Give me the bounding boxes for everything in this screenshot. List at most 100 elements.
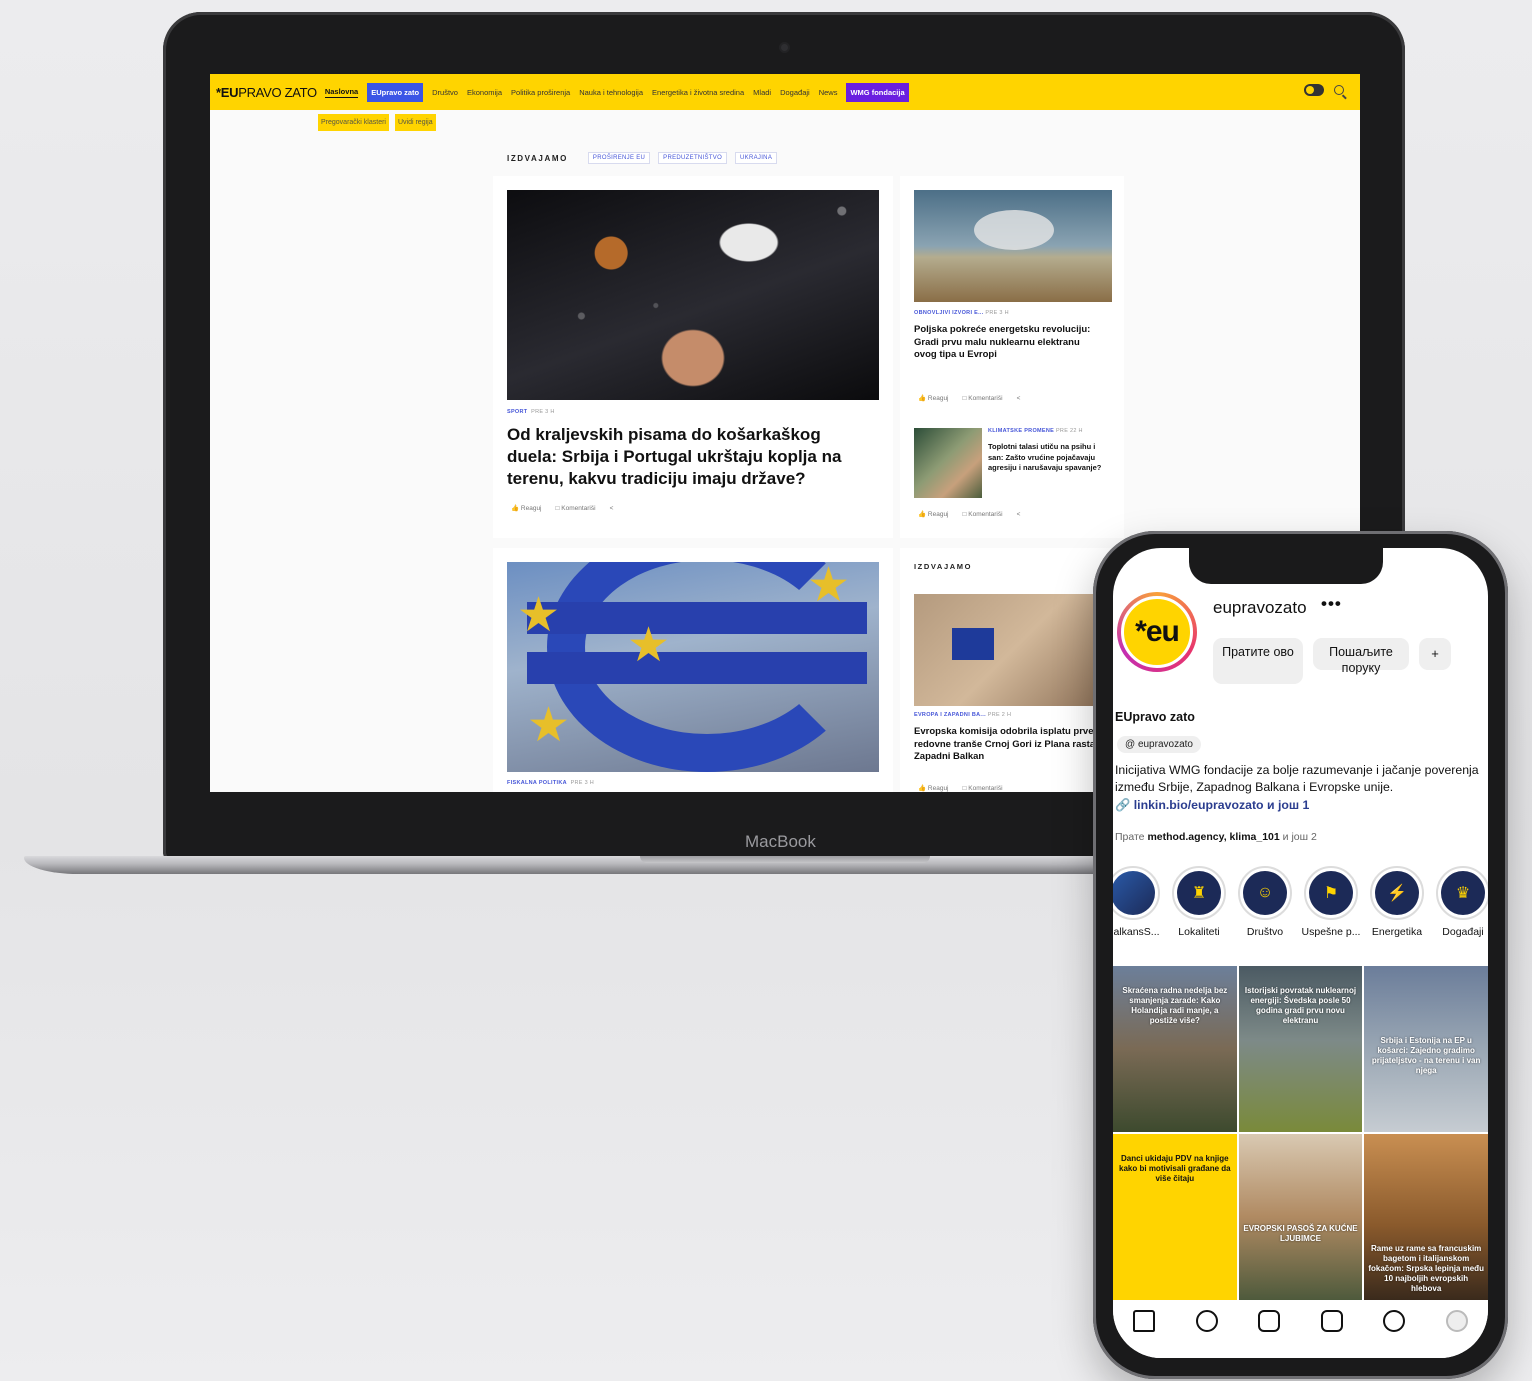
site-logo[interactable]: *EUPRAVO ZATO — [216, 85, 317, 100]
react-button[interactable]: 👍 Reaguj — [918, 394, 949, 402]
star-icon: ★ — [527, 699, 571, 752]
flag-icon: ⚑ — [1309, 871, 1353, 915]
message-button[interactable]: Пошаљите поруку — [1313, 638, 1409, 675]
featured-side-meta: EVROPA I ZAPADNI BA... PRE 2 H — [914, 712, 1012, 718]
home-icon[interactable] — [1133, 1310, 1156, 1332]
avatar[interactable]: *eu — [1121, 596, 1193, 668]
nav-item-eupravo-zato[interactable]: EUpravo zato — [367, 82, 424, 102]
chip-prosirenje[interactable]: PROŠIRENJE EU — [587, 152, 651, 164]
camera-icon — [781, 44, 788, 51]
search-icon[interactable] — [1334, 85, 1344, 95]
side-article-2-title[interactable]: Toplotni talasi utiču na psihu i san: Za… — [988, 442, 1110, 474]
profile-bio: Inicijativa WMG fondacije za bolje razum… — [1115, 763, 1479, 794]
featured-side-article-title[interactable]: Evropska komisija odobrila isplatu prve … — [914, 726, 1114, 764]
comment-button[interactable]: □ Komentariši — [963, 395, 1003, 402]
post-tile[interactable]: Srbija i Estonija na EP u košarci: Zajed… — [1364, 966, 1488, 1132]
profile-display-name: EUpravo zato — [1115, 710, 1195, 724]
main-article-actions: 👍 Reaguj □ Komentariši < — [511, 504, 614, 513]
side-article-card: OBNOVLJIVI IZVORI E... PRE 3 H Poljska p… — [900, 176, 1124, 538]
comment-button[interactable]: □ Komentariši — [556, 505, 596, 512]
react-button[interactable]: 👍 Reaguj — [918, 510, 949, 518]
messenger-icon[interactable] — [1383, 1310, 1406, 1332]
chip-preduzetnistvo[interactable]: PREDUZETNIŠTVO — [658, 152, 728, 164]
power-plant-photo[interactable] — [914, 190, 1112, 302]
react-button[interactable]: 👍 Reaguj — [918, 784, 949, 792]
event-icon: ♛ — [1441, 871, 1485, 915]
basketball-photo[interactable] — [507, 190, 879, 400]
power-tower-icon: ⚡ — [1375, 871, 1419, 915]
second-article-card[interactable]: ★ ★ ★ ★ FISKALNA POLITIKA PRE 3 H — [493, 548, 893, 792]
star-icon: ★ — [627, 619, 671, 672]
woman-photo[interactable] — [914, 428, 982, 498]
highlight-lokaliteti[interactable]: ♜ Lokaliteti — [1169, 866, 1229, 938]
profile-link[interactable]: 🔗 linkin.bio/eupravozato и још 1 — [1115, 798, 1309, 813]
explore-icon[interactable] — [1195, 1310, 1218, 1332]
comment-button[interactable]: □ Komentariši — [963, 785, 1003, 792]
nav-item-nauka[interactable]: Nauka i tehnologija — [579, 88, 643, 97]
add-post-icon[interactable] — [1320, 1310, 1343, 1332]
side-article-1-title[interactable]: Poljska pokreće energetsku revoluciju: G… — [914, 324, 1104, 362]
nav-item-energetika[interactable]: Energetika i životna sredina — [652, 88, 744, 97]
profile-username: eupravozato — [1213, 598, 1307, 617]
share-icon[interactable]: < — [1017, 395, 1021, 402]
highlight-uspesne[interactable]: ⚑ Uspešne p... — [1301, 866, 1361, 938]
comment-button[interactable]: □ Komentariši — [963, 511, 1003, 518]
react-button[interactable]: 👍 Reaguj — [511, 504, 542, 512]
posts-grid: Skraćena radna nedelja bez smanjenja zar… — [1113, 966, 1488, 1300]
main-article-title[interactable]: Od kraljevskih pisama do košarkaškog due… — [507, 424, 867, 490]
threads-badge[interactable]: @ eupravozato — [1117, 736, 1201, 753]
european-commission-photo[interactable] — [914, 594, 1112, 706]
side-article-2-actions: 👍 Reaguj □ Komentariši < — [918, 510, 1021, 519]
post-tile[interactable]: Danci ukidaju PDV na knjige kako bi moti… — [1113, 1134, 1237, 1300]
featured-side-card: IZDVAJAMO EVROPA I ZAPADNI BA... PRE 2 H… — [900, 548, 1124, 792]
follow-button[interactable]: Пратите ово — [1213, 638, 1303, 684]
side-article-1-actions: 👍 Reaguj □ Komentariši < — [918, 394, 1021, 403]
highlight-dogadjaji[interactable]: ♛ Događaji — [1433, 866, 1488, 938]
post-tile[interactable]: EVROPSKI PASOŠ ZA KUĆNE LJUBIMCE — [1238, 1134, 1363, 1300]
theme-toggle[interactable] — [1304, 84, 1324, 96]
phone-notch — [1189, 548, 1383, 584]
location-icon: ♜ — [1177, 871, 1221, 915]
nav-item-politika[interactable]: Politika proširenja — [511, 88, 570, 97]
nav-item-wmg[interactable]: WMG fondacija — [846, 82, 909, 102]
nav-item-news[interactable]: News — [819, 88, 838, 97]
post-tile[interactable]: Istorijski povratak nuklearnoj energiji:… — [1238, 966, 1363, 1132]
highlight-balkanss[interactable]: BalkansS... — [1113, 866, 1163, 938]
subnav-uvidi[interactable]: Uvidi regija — [394, 114, 436, 131]
main-article-meta: SPORT PRE 3 H — [507, 409, 555, 415]
site-navbar: *EUPRAVO ZATO Naslovna EUpravo zato Druš… — [210, 74, 1360, 110]
highlight-cover — [1113, 871, 1155, 915]
nav-item-drustvo[interactable]: Društvo — [432, 88, 458, 97]
phone-screen: eupravozato ••• *eu Пратите ово Пошаљите… — [1113, 548, 1488, 1358]
post-tile[interactable]: Rame uz rame sa francuskim bagetom i ita… — [1364, 1134, 1488, 1300]
euro-sculpture-photo[interactable]: ★ ★ ★ ★ — [507, 562, 879, 772]
nav-item-mladi[interactable]: Mladi — [753, 88, 771, 97]
featured-side-title: IZDVAJAMO — [914, 562, 973, 571]
featured-title: IZDVAJAMO — [507, 153, 568, 163]
subnav: Pregovarački klasteri Uvidi regija — [318, 114, 436, 131]
nav-item-dogadjaji[interactable]: Događaji — [780, 88, 810, 97]
followed-by[interactable]: Прате method.agency, klima_101 и још 2 — [1115, 831, 1317, 843]
chip-ukrajina[interactable]: UKRAJINA — [735, 152, 778, 164]
add-person-icon[interactable]: + — [1419, 638, 1451, 670]
highlight-drustvo[interactable]: ☺ Društvo — [1235, 866, 1295, 938]
profile-icon[interactable] — [1445, 1310, 1468, 1332]
more-options-icon[interactable]: ••• — [1321, 594, 1342, 614]
bottom-tab-bar — [1113, 1300, 1488, 1358]
featured-side-actions: 👍 Reaguj □ Komentariši — [918, 784, 1003, 793]
second-article-meta: FISKALNA POLITIKA PRE 3 H — [507, 780, 595, 786]
featured-row: IZDVAJAMO PROŠIRENJE EU PREDUZETNIŠTVO U… — [507, 152, 778, 164]
nav-item-ekonomija[interactable]: Ekonomija — [467, 88, 502, 97]
share-icon[interactable]: < — [1017, 511, 1021, 518]
main-article-card[interactable]: SPORT PRE 3 H Od kraljevskih pisama do k… — [493, 176, 893, 538]
side-article-1-meta: OBNOVLJIVI IZVORI E... PRE 3 H — [914, 310, 1009, 316]
reels-icon[interactable] — [1258, 1310, 1281, 1332]
star-icon: ★ — [517, 589, 561, 642]
highlight-energetika[interactable]: ⚡ Energetika — [1367, 866, 1427, 938]
share-icon[interactable]: < — [610, 505, 614, 512]
subnav-klasteri[interactable]: Pregovarački klasteri — [318, 114, 389, 131]
people-icon: ☺ — [1243, 871, 1287, 915]
nav-item-naslovna[interactable]: Naslovna — [324, 87, 359, 98]
star-icon: ★ — [807, 562, 851, 612]
post-tile[interactable]: Skraćena radna nedelja bez smanjenja zar… — [1113, 966, 1237, 1132]
